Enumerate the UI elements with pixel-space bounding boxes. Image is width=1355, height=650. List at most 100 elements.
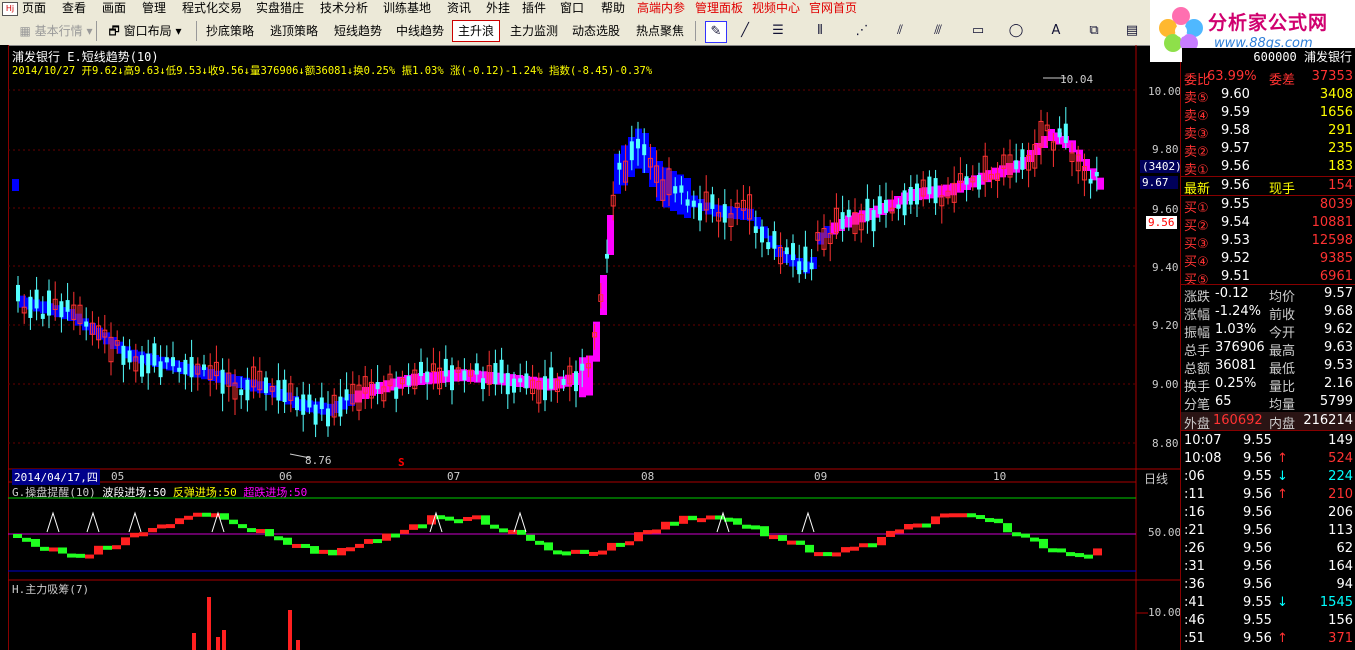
menu-item[interactable]: 程式化交易 xyxy=(182,0,242,17)
strategy-button[interactable]: 热点聚焦 xyxy=(630,20,690,42)
osc-step xyxy=(796,540,805,545)
osc-step xyxy=(859,543,868,548)
kline-chart[interactable] xyxy=(8,45,1180,650)
x-label-05: 05 xyxy=(111,470,125,483)
quote-cell: 160692 xyxy=(1213,413,1263,428)
osc-step xyxy=(418,524,427,529)
channel-tool-icon[interactable]: ☰ xyxy=(768,21,788,41)
text-tool-icon[interactable]: A xyxy=(1046,21,1066,41)
cycle-label[interactable]: 日线 xyxy=(1144,470,1168,487)
menu-item[interactable]: 训练基地 xyxy=(383,0,431,17)
basic-quote-button[interactable]: ▦ 基本行情 ▾ xyxy=(6,20,106,42)
osc-step xyxy=(355,543,364,548)
stat-row: 换手 0.25% 量比 2.16 xyxy=(1181,375,1355,395)
osc-step xyxy=(400,529,409,534)
fan-line-icon[interactable]: ⋰ xyxy=(852,21,872,41)
x-label-09: 09 xyxy=(814,470,828,483)
parallel-icon[interactable]: ⫻ xyxy=(928,21,948,41)
strategy-button[interactable]: 中线趋势 xyxy=(392,20,448,42)
cycle-line-icon[interactable]: ⦀ xyxy=(810,21,830,41)
menu-item-hot[interactable]: 视频中心 xyxy=(752,0,800,17)
candle-body xyxy=(549,367,554,389)
rect-tool-icon[interactable]: ▭ xyxy=(968,21,988,41)
line-tool-icon[interactable]: ╱ xyxy=(735,21,755,41)
osc-step xyxy=(985,518,994,523)
candle-body xyxy=(419,361,423,377)
candle-body xyxy=(307,394,312,408)
menu-item[interactable]: 插件 xyxy=(522,0,546,17)
menu-item[interactable]: 帮助 xyxy=(601,0,625,17)
osc-step xyxy=(409,524,418,530)
menu-item-hot[interactable]: 管理面板 xyxy=(695,0,743,17)
strategy-button[interactable]: 主升浪 xyxy=(452,20,500,42)
sell-level-row: 卖⑤ 9.60 3408 xyxy=(1181,86,1355,106)
candle-body xyxy=(146,353,151,374)
quote-cell: ↑ xyxy=(1277,631,1288,646)
candle-body xyxy=(760,226,764,243)
menu-item[interactable]: 资讯 xyxy=(447,0,471,17)
strategy-button[interactable]: 逃顶策略 xyxy=(264,20,324,42)
osc-step xyxy=(490,524,499,529)
copy-icon[interactable]: ⧉ xyxy=(1084,21,1104,41)
menu-item[interactable]: 技术分析 xyxy=(320,0,368,17)
menu-item[interactable]: 外挂 xyxy=(486,0,510,17)
sell-level-row: 卖③ 9.58 291 xyxy=(1181,122,1355,142)
buy-signal-icon xyxy=(46,511,60,533)
osc-step xyxy=(589,551,598,556)
osc-step xyxy=(1030,537,1039,542)
candle-body xyxy=(840,212,845,229)
osc-step xyxy=(1021,533,1030,538)
osc-step xyxy=(607,542,616,551)
window-layout-button[interactable]: 🗗 窗口布局 ▾ xyxy=(100,20,190,42)
osc-step xyxy=(391,533,400,538)
stat-row: 总额 36081 最低 9.53 xyxy=(1181,357,1355,377)
candle-body xyxy=(915,183,919,205)
quote-cell: 9.57 xyxy=(1221,141,1250,156)
tick-row: 10:08 9.56 ↑ 524 xyxy=(1181,450,1355,468)
quote-cell: 9.55 xyxy=(1243,613,1272,628)
osc-step xyxy=(967,513,976,518)
candle-body xyxy=(561,378,566,385)
quote-cell: 9.54 xyxy=(1221,215,1250,230)
osc-step xyxy=(247,528,256,533)
candle-body xyxy=(47,290,51,316)
menu-item[interactable]: 实盘猎庄 xyxy=(256,0,304,17)
quote-cell: 9.55 xyxy=(1221,197,1250,212)
candle-body xyxy=(784,247,789,255)
quote-cell: 206 xyxy=(1328,505,1353,520)
menu-item[interactable]: 页面 xyxy=(22,0,46,17)
osc-step xyxy=(175,518,184,525)
menu-item[interactable]: 画面 xyxy=(102,0,126,17)
app-logo-icon[interactable]: Hj xyxy=(2,2,18,16)
strategy-button[interactable]: 短线趋势 xyxy=(328,20,388,42)
osc-step xyxy=(31,538,40,547)
menu-item-hot[interactable]: 高端内参 xyxy=(637,0,685,17)
fib-icon[interactable]: ⫽ xyxy=(890,21,910,41)
menu-item[interactable]: 窗口 xyxy=(560,0,584,17)
osc-step xyxy=(697,518,706,523)
menu-item[interactable]: 管理 xyxy=(142,0,166,17)
osc-step xyxy=(166,524,175,529)
quote-cell: :31 xyxy=(1184,559,1205,574)
strategy-button[interactable]: 抄底策略 xyxy=(200,20,260,42)
osc-step xyxy=(769,535,778,540)
trend-ribbon-segment xyxy=(369,383,376,396)
palette-icon[interactable]: ▤ xyxy=(1122,21,1142,41)
strategy-button[interactable]: 主力监测 xyxy=(506,20,562,42)
osc-step xyxy=(373,539,382,544)
strategy-button[interactable]: 动态选股 xyxy=(568,20,624,42)
ohlc-info-line: 2014/10/27 开9.62↓高9.63↓低9.53↓收9.56↓量3769… xyxy=(12,65,653,77)
quote-cell: 210 xyxy=(1328,487,1353,502)
menu-item[interactable]: 查看 xyxy=(62,0,86,17)
ellipse-tool-icon[interactable]: ◯ xyxy=(1006,21,1026,41)
candle-body xyxy=(481,378,485,390)
stock-name: 浦发银行 xyxy=(12,50,61,64)
osc-step xyxy=(877,536,886,546)
menu-item-hot[interactable]: 官网首页 xyxy=(809,0,857,17)
draw-tool-icon[interactable]: ✎ xyxy=(705,21,727,43)
osc-step xyxy=(652,529,661,534)
osc-step xyxy=(157,524,166,529)
osc-step xyxy=(517,529,526,535)
quote-cell: :51 xyxy=(1184,631,1205,646)
osc-step xyxy=(598,550,607,555)
